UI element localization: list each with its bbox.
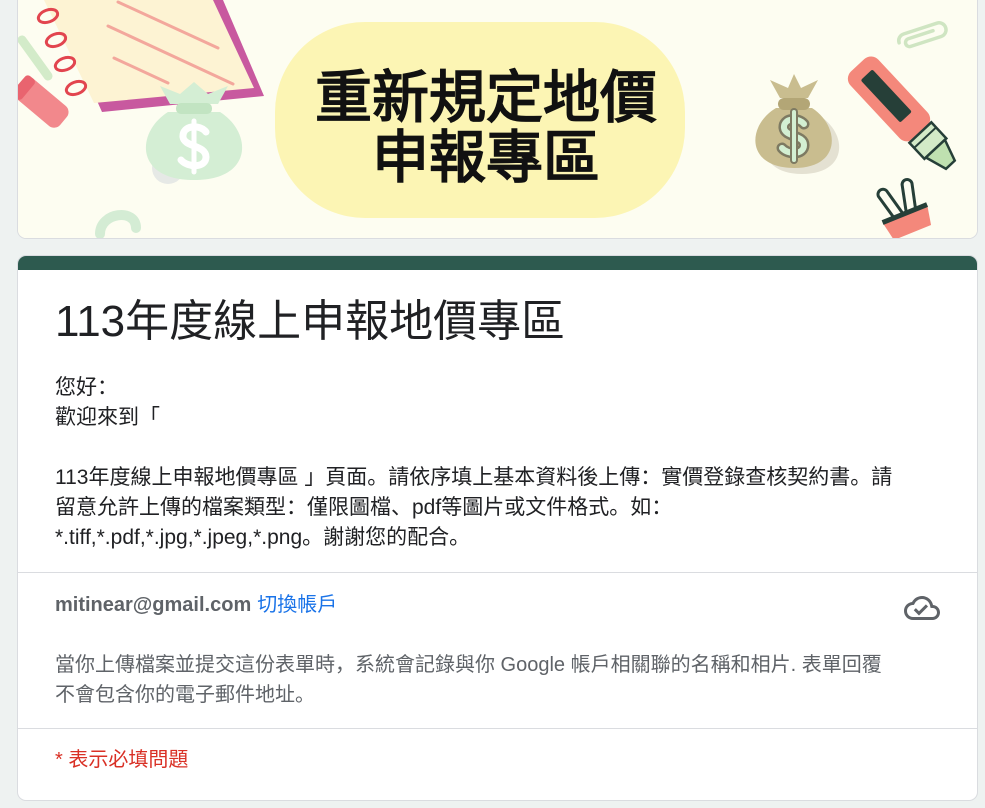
switch-account-link[interactable]: 切換帳戶 [257, 594, 337, 616]
banner-title-line1: 重新規定地價 [315, 65, 657, 131]
theme-color-band [18, 256, 977, 270]
description-line: 您好： [55, 376, 118, 399]
form-title: 113年度線上申報地價專區 [55, 297, 566, 346]
description-line: 歡迎來到「 [55, 406, 160, 429]
cloud-done-icon [904, 596, 940, 620]
description-line: 113年度線上申報地價專區 」頁面。請依序填上基本資料後上傳：實價登錄查核契約書… [55, 466, 893, 489]
form-header-card: 113年度線上申報地價專區 您好： 歡迎來到「 113年度線上申報地價專區 」頁… [18, 256, 977, 800]
description-line: *.tiff,*.pdf,*.jpg,*.jpeg,*.png。謝謝您的配合。 [55, 526, 471, 549]
account-section: mitinear@gmail.com 切換帳戶 當你上傳檔案並提交這份表單時，系統… [18, 573, 977, 729]
form-header-banner: 重新規定地價 申報專區 [18, 0, 977, 238]
banner-title-pill: 重新規定地價 申報專區 [275, 22, 685, 218]
privacy-notice: 當你上傳檔案並提交這份表單時，系統會記錄與你 Google 帳戶相關聯的名稱和相… [55, 650, 940, 710]
form-info-section: 113年度線上申報地價專區 您好： 歡迎來到「 113年度線上申報地價專區 」頁… [18, 270, 977, 573]
banner-illustration: 重新規定地價 申報專區 [18, 0, 977, 238]
account-email: mitinear@gmail.com [55, 594, 252, 616]
required-notice: * 表示必填問題 [55, 749, 189, 771]
form-description: 您好： 歡迎來到「 113年度線上申報地價專區 」頁面。請依序填上基本資料後上傳… [55, 373, 940, 553]
required-section: * 表示必填問題 [18, 729, 977, 791]
privacy-notice-line: 不會包含你的電子郵件地址。 [55, 684, 315, 706]
privacy-notice-line: 當你上傳檔案並提交這份表單時，系統會記錄與你 Google 帳戶相關聯的名稱和相… [55, 654, 882, 676]
banner-title-line2: 申報專區 [372, 125, 600, 191]
description-line [55, 433, 940, 463]
description-line: 留意允許上傳的檔案類型：僅限圖檔、pdf等圖片或文件格式。如： [55, 496, 673, 519]
account-row: mitinear@gmail.com 切換帳戶 [55, 590, 940, 620]
